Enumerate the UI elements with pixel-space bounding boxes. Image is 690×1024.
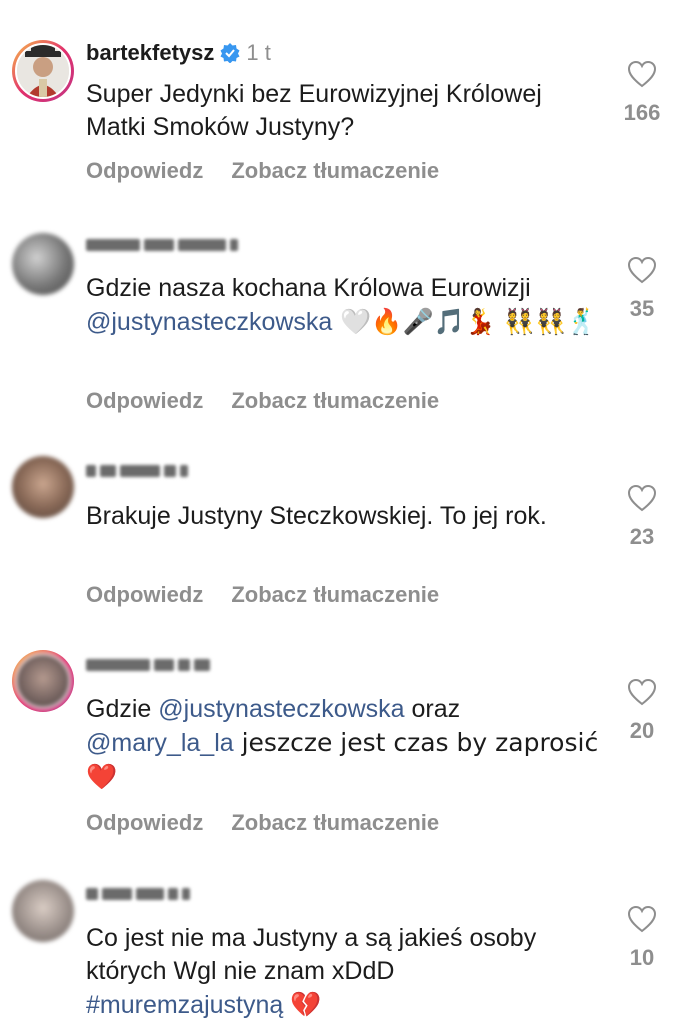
reply-button[interactable]: Odpowiedz	[86, 810, 203, 836]
heart-icon[interactable]	[627, 905, 657, 933]
like-count: 166	[623, 100, 661, 125]
user-photo-icon	[17, 45, 69, 97]
hashtag-link[interactable]: #muremzajustyną	[86, 991, 283, 1019]
like-count: 20	[629, 718, 655, 743]
heart-icon[interactable]	[627, 678, 657, 706]
heart-icon[interactable]	[627, 484, 657, 512]
avatar[interactable]	[12, 233, 74, 295]
comment-text: Gdzie @justynasteczkowska oraz @mary_la_…	[86, 695, 599, 791]
avatar[interactable]	[12, 880, 74, 942]
avatar[interactable]	[12, 650, 74, 712]
comment-text: Super Jedynki bez Eurowizyjnej Królowej …	[86, 80, 542, 141]
verified-badge-icon	[220, 43, 240, 63]
comment-time: 1 t	[246, 40, 271, 65]
like-count: 10	[629, 945, 655, 970]
translate-button[interactable]: Zobacz tłumaczenie	[231, 810, 439, 836]
like-count: 23	[629, 524, 655, 549]
reply-button[interactable]: Odpowiedz	[86, 388, 203, 414]
mention-link[interactable]: @justynasteczkowska	[86, 308, 332, 336]
comment-header	[86, 464, 188, 478]
comment-header: bartekfetysz 1 t	[86, 40, 271, 66]
comment-text: Gdzie nasza kochana Królowa Eurowizji @j…	[86, 274, 598, 336]
avatar[interactable]	[12, 456, 74, 518]
reply-button[interactable]: Odpowiedz	[86, 582, 203, 608]
avatar[interactable]	[12, 40, 74, 102]
blurred-username[interactable]	[86, 238, 238, 252]
comment-text: Brakuje Justyny Steczkowskiej. To jej ro…	[86, 502, 547, 530]
translate-button[interactable]: Zobacz tłumaczenie	[231, 388, 439, 414]
reply-button[interactable]: Odpowiedz	[86, 158, 203, 184]
mention-link[interactable]: @mary_la_la	[86, 729, 234, 757]
username[interactable]: bartekfetysz	[86, 40, 214, 66]
translate-button[interactable]: Zobacz tłumaczenie	[231, 158, 439, 184]
mention-link[interactable]: @justynasteczkowska	[158, 695, 404, 723]
comment-header	[86, 887, 190, 901]
heart-icon[interactable]	[627, 256, 657, 284]
like-count: 35	[629, 296, 655, 321]
blurred-username[interactable]	[86, 887, 190, 901]
blurred-username[interactable]	[86, 658, 210, 672]
comment-header	[86, 238, 238, 252]
translate-button[interactable]: Zobacz tłumaczenie	[231, 582, 439, 608]
blurred-username[interactable]	[86, 464, 188, 478]
comment-text: Co jest nie ma Justyny a są jakieś osoby…	[86, 924, 537, 1019]
comment-header	[86, 658, 210, 672]
heart-icon[interactable]	[627, 60, 657, 88]
